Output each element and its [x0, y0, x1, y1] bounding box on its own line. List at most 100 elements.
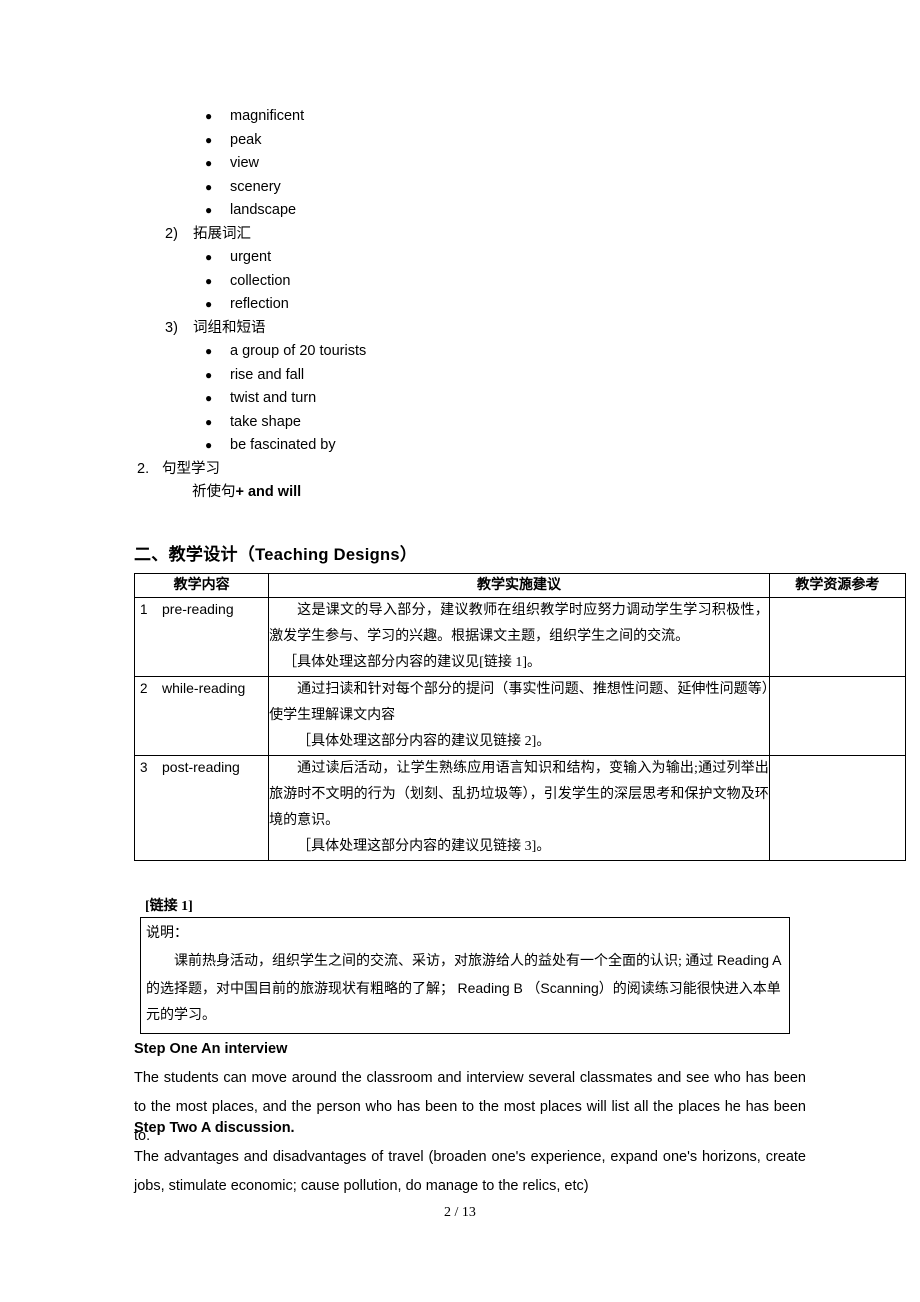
outline-marker: 3)	[165, 319, 178, 336]
bullet-icon: ●	[205, 344, 213, 358]
step-two-block: Step Two A discussion. The advantages an…	[134, 1114, 806, 1201]
bullet-icon: ●	[205, 132, 213, 147]
list-item: ● be fascinated by	[134, 434, 834, 458]
list-item-label: magnificent	[230, 108, 305, 124]
step-paragraph: The advantages and disadvantages of trav…	[134, 1149, 806, 1194]
bullet-icon: ●	[205, 273, 213, 288]
list-item-label: take shape	[230, 413, 301, 430]
explanation-part-c: （	[522, 982, 541, 997]
suggestion-link-note: ［具体处理这部分内容的建议见[链接 1]。	[283, 655, 541, 670]
cell-topic: 2 while-reading	[133, 676, 270, 756]
column-header-content: 教学内容	[133, 573, 270, 598]
page-footer: 2 / 13	[444, 1205, 476, 1220]
cell-topic: 3 post-reading	[133, 755, 270, 861]
row-index: 3	[140, 760, 148, 775]
bullet-icon: ●	[205, 391, 213, 405]
row-index: 2	[140, 681, 148, 696]
outline-heading-label: 句型学习	[162, 460, 220, 477]
bullet-icon: ●	[205, 414, 213, 429]
reading-a-label: Reading A	[716, 952, 782, 968]
list-item-label: twist and turn	[230, 390, 317, 406]
page-title: 二、教学设计（Teaching Designs）	[134, 540, 417, 565]
step-title: Step Two A discussion.	[134, 1120, 295, 1136]
list-item-label: rise and fall	[230, 366, 305, 383]
outline-heading-label: 词组和短语	[193, 319, 266, 336]
bullet-icon: ●	[205, 109, 213, 123]
list-item: ● collection	[134, 270, 834, 294]
list-item: ● peak	[134, 129, 834, 153]
table-row: 2 while-reading 通过扫读和针对每个部分的提问（事实性问题、推想性…	[133, 676, 907, 756]
table-row: 3 post-reading 通过读后活动，让学生熟练应用语言知识和结构，变输入…	[133, 755, 907, 861]
bullet-icon: ●	[205, 438, 213, 452]
list-item: ● landscape	[134, 199, 834, 223]
cell-suggestion: 通过扫读和针对每个部分的提问（事实性问题、推想性问题、延伸性问题等）使学生理解课…	[268, 676, 770, 756]
explanation-title: 说明：	[146, 926, 188, 941]
explanation-body: 课前热身活动，组织学生之间的交流、采访，对旅游给人的益处有一个全面的认识; 通过…	[146, 947, 785, 1029]
bullet-icon: ●	[205, 297, 213, 311]
bullet-icon: ●	[205, 367, 213, 382]
bullet-icon: ●	[205, 156, 213, 170]
list-item-label: collection	[230, 272, 291, 289]
column-header-suggestion: 教学实施建议	[268, 573, 770, 598]
outline-heading-3: 3) 词组和短语	[134, 317, 834, 341]
outline-section2-content: 祈使句+ and will	[192, 481, 834, 505]
suggestion-link-note: ［具体处理这部分内容的建议见链接 2]。	[297, 734, 551, 749]
cell-suggestion: 通过读后活动，让学生熟练应用语言知识和结构，变输入为输出;通过列举出旅游时不文明…	[268, 755, 770, 861]
table-header-row: 教学内容 教学实施建议 教学资源参考	[133, 573, 907, 598]
suggestion-paragraph: 这是课文的导入部分，建议教师在组织教学时应努力调动学生学习积极性，激发学生参与、…	[269, 603, 769, 644]
suggestion-link-note: ［具体处理这部分内容的建议见链接 3]。	[297, 839, 551, 854]
row-index: 1	[140, 602, 148, 617]
list-item: ● scenery	[134, 176, 834, 200]
link-reference-label: [链接 1]	[145, 899, 193, 914]
list-item-label: a group of 20 tourists	[230, 343, 367, 359]
table-row: 1 pre-reading 这是课文的导入部分，建议教师在组织教学时应努力调动学…	[133, 597, 907, 677]
list-item-label: peak	[230, 131, 262, 148]
bullet-icon: ●	[205, 179, 213, 194]
section-title-suffix: ）	[399, 545, 418, 564]
list-item: ● magnificent	[134, 105, 834, 129]
list-item: ● view	[134, 152, 834, 176]
teaching-design-table: 教学内容 教学实施建议 教学资源参考 1 pre-reading 这是课文的导入…	[133, 573, 907, 861]
explanation-part-a: 课前热身活动，组织学生之间的交流、采访，对旅游给人的益处有一个全面的认识; 通过	[174, 954, 717, 969]
outline-heading-section2: 2. 句型学习	[134, 458, 834, 482]
scanning-label: Scanning	[540, 980, 599, 996]
outline-marker: 2.	[137, 460, 150, 477]
row-topic-label: pre-reading	[162, 601, 234, 617]
reading-b-label: Reading B	[457, 980, 523, 996]
list-item: ● rise and fall	[134, 364, 834, 388]
list-item-label: reflection	[230, 296, 289, 312]
outline-marker: 2)	[165, 225, 178, 242]
sentence-pattern-en: + and will	[235, 484, 302, 500]
suggestion-paragraph: 通过读后活动，让学生熟练应用语言知识和结构，变输入为输出;通过列举出旅游时不文明…	[269, 761, 769, 828]
document-page: ● magnificent ● peak ● view ● scenery ● …	[0, 0, 920, 1302]
list-item-label: view	[230, 155, 260, 171]
cell-resource	[768, 597, 907, 677]
cell-topic: 1 pre-reading	[133, 597, 270, 677]
list-item: ● urgent	[134, 246, 834, 270]
step-title: Step One An interview	[134, 1041, 288, 1057]
row-topic-label: while-reading	[162, 680, 246, 696]
bullet-icon: ●	[205, 203, 213, 217]
column-header-resource: 教学资源参考	[768, 573, 907, 598]
row-topic-label: post-reading	[162, 759, 240, 775]
list-item: ● reflection	[134, 293, 834, 317]
explanation-box: 说明： 课前热身活动，组织学生之间的交流、采访，对旅游给人的益处有一个全面的认识…	[140, 917, 790, 1034]
cell-suggestion: 这是课文的导入部分，建议教师在组织教学时应努力调动学生学习积极性，激发学生参与、…	[268, 597, 770, 677]
cell-resource	[768, 755, 907, 861]
list-item-label: be fascinated by	[230, 437, 336, 453]
cell-resource	[768, 676, 907, 756]
outline-heading-2: 2) 拓展词汇	[134, 223, 834, 247]
outline-heading-label: 拓展词汇	[193, 225, 251, 242]
sentence-pattern-cn: 祈使句	[192, 484, 236, 500]
bullet-icon: ●	[205, 250, 213, 264]
list-item-label: landscape	[230, 202, 297, 218]
list-item-label: scenery	[230, 178, 281, 195]
outline-group-1: ● magnificent ● peak ● view ● scenery ● …	[134, 105, 834, 223]
vocabulary-outline: ● magnificent ● peak ● view ● scenery ● …	[134, 105, 834, 505]
outline-group-3: ● a group of 20 tourists ● rise and fall…	[134, 340, 834, 458]
section-title-english: Teaching Designs	[255, 546, 400, 564]
section-title-prefix: 二、教学设计（	[134, 545, 256, 564]
explanation-part-b: 的选择题，对中国目前的旅游现状有粗略的了解；	[146, 982, 458, 997]
outline-group-2: ● urgent ● collection ● reflection	[134, 246, 834, 317]
list-item: ● take shape	[134, 411, 834, 435]
